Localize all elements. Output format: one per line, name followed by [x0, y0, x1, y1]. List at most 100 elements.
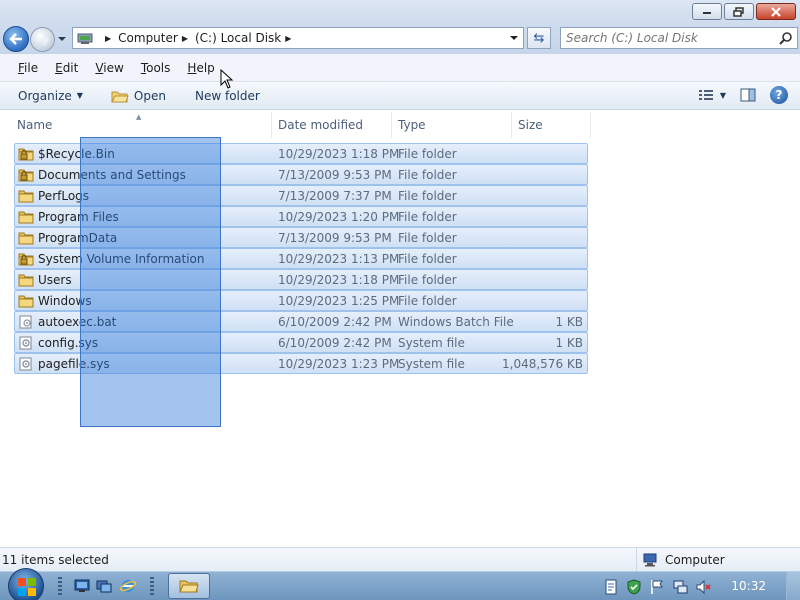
- file-name: Program Files: [38, 210, 119, 224]
- menu-label: elp: [196, 60, 215, 75]
- restore-button[interactable]: [724, 3, 754, 20]
- file-type: File folder: [398, 294, 457, 308]
- address-dropdown-icon[interactable]: [509, 35, 519, 41]
- mouse-cursor-icon: [220, 69, 234, 89]
- document-tray-icon[interactable]: [603, 579, 619, 595]
- new-folder-button[interactable]: New folder: [195, 89, 260, 103]
- breadcrumb-separator-icon[interactable]: ▶: [182, 34, 188, 43]
- organize-button[interactable]: Organize ▼: [18, 89, 83, 103]
- address-bar[interactable]: ▶ Computer ▶ (C:) Local Disk ▶: [72, 27, 524, 49]
- menu-help[interactable]: Help: [187, 61, 214, 75]
- help-icon[interactable]: ?: [770, 86, 788, 104]
- file-size: 1 KB: [555, 336, 583, 350]
- column-header-date[interactable]: Date modified: [273, 112, 392, 138]
- search-box[interactable]: [560, 27, 798, 49]
- new-folder-label: New folder: [194, 88, 260, 103]
- batch-file-icon: [18, 315, 34, 329]
- chevron-down-icon: ▼: [719, 90, 726, 100]
- column-header-name[interactable]: Name: [12, 112, 272, 138]
- file-date-modified: 10/29/2023 1:23 PM: [278, 357, 400, 371]
- start-button[interactable]: [8, 568, 44, 600]
- file-row[interactable]: PerfLogs 7/13/2009 7:37 PM File folder: [14, 185, 588, 206]
- internet-explorer-icon[interactable]: [120, 578, 136, 594]
- file-type: File folder: [398, 273, 457, 287]
- breadcrumb-computer[interactable]: Computer: [118, 31, 178, 45]
- file-row[interactable]: config.sys 6/10/2009 2:42 PM System file 1 …: [14, 332, 588, 353]
- file-row[interactable]: Documents and Settings 7/13/2009 9:53 PM F…: [14, 164, 588, 185]
- switch-windows-icon[interactable]: [96, 578, 112, 594]
- preview-pane-icon[interactable]: [740, 88, 756, 102]
- breadcrumb-local-disk[interactable]: (C:) Local Disk: [195, 31, 281, 45]
- navigation-bar: ▶ Computer ▶ (C:) Local Disk ▶ ⇆: [0, 24, 800, 54]
- file-date-modified: 10/29/2023 1:18 PM: [278, 273, 400, 287]
- column-label: Date modified: [278, 118, 364, 132]
- toolbar-grip[interactable]: [58, 577, 62, 595]
- file-size: 1 KB: [555, 315, 583, 329]
- minimize-button[interactable]: [692, 3, 722, 20]
- file-row[interactable]: autoexec.bat 6/10/2009 2:42 PM Windows Bat…: [14, 311, 588, 332]
- column-header-type[interactable]: Type: [393, 112, 512, 138]
- refresh-icon: ⇆: [533, 30, 545, 46]
- file-row[interactable]: Users 10/29/2023 1:18 PM File folder: [14, 269, 588, 290]
- file-date-modified: 10/29/2023 1:25 PM: [278, 294, 400, 308]
- back-button[interactable]: [3, 26, 29, 52]
- column-header-size[interactable]: Size: [513, 112, 591, 138]
- file-row[interactable]: System Volume Information 10/29/2023 1:13…: [14, 248, 588, 269]
- menu-file[interactable]: File: [18, 61, 38, 75]
- refresh-button[interactable]: ⇆: [527, 27, 551, 49]
- file-name: System Volume Information: [38, 252, 205, 266]
- file-list[interactable]: $Recycle.Bin 10/29/2023 1:18 PM File folde…: [14, 143, 588, 374]
- menu-label: ile: [24, 60, 39, 75]
- file-name: Documents and Settings: [38, 168, 186, 182]
- menu-edit[interactable]: Edit: [55, 61, 78, 75]
- chevron-down-icon: ▼: [76, 91, 83, 100]
- file-name: Windows: [38, 294, 92, 308]
- window-controls: [692, 3, 796, 20]
- view-controls: ▼ ?: [698, 86, 788, 104]
- breadcrumb-separator-icon[interactable]: ▶: [285, 34, 291, 43]
- show-desktop-icon[interactable]: [74, 578, 90, 594]
- file-row[interactable]: Program Files 10/29/2023 1:20 PM File fold…: [14, 206, 588, 227]
- close-button[interactable]: [756, 3, 796, 20]
- breadcrumb-separator-icon[interactable]: ▶: [105, 34, 111, 43]
- volume-muted-icon[interactable]: [695, 579, 711, 595]
- forward-arrow-icon: [36, 33, 49, 46]
- security-shield-icon[interactable]: [626, 578, 642, 595]
- menu-view[interactable]: View: [95, 61, 123, 75]
- folder-icon: [18, 189, 34, 203]
- taskbar-explorer-button[interactable]: [168, 573, 210, 599]
- file-row[interactable]: pagefile.sys 10/29/2023 1:23 PM System fil…: [14, 353, 588, 374]
- file-date-modified: 6/10/2009 2:42 PM: [278, 336, 392, 350]
- file-type: File folder: [398, 189, 457, 203]
- file-name: PerfLogs: [38, 189, 90, 203]
- toolbar-grip[interactable]: [150, 577, 154, 595]
- file-row[interactable]: ProgramData 7/13/2009 9:53 PM File folder: [14, 227, 588, 248]
- show-desktop-button[interactable]: [786, 572, 800, 600]
- file-type: System file: [398, 336, 465, 350]
- menu-tools[interactable]: Tools: [141, 61, 171, 75]
- title-bar: [0, 0, 800, 24]
- search-input[interactable]: [566, 31, 771, 45]
- file-row[interactable]: Windows 10/29/2023 1:25 PM File folder: [14, 290, 588, 311]
- network-icon[interactable]: [672, 579, 688, 595]
- file-row[interactable]: $Recycle.Bin 10/29/2023 1:18 PM File folde…: [14, 143, 588, 164]
- taskbar-clock[interactable]: 10:32: [731, 579, 766, 593]
- action-center-flag-icon[interactable]: [649, 579, 665, 595]
- menu-bar: File Edit View Tools Help: [0, 54, 800, 82]
- folder-icon: [18, 231, 34, 245]
- status-location: Computer: [636, 548, 800, 572]
- file-date-modified: 7/13/2009 7:37 PM: [278, 189, 392, 203]
- open-button[interactable]: Open: [111, 89, 166, 103]
- file-date-modified: 6/10/2009 2:42 PM: [278, 315, 392, 329]
- column-headers: Name Date modified Type Size: [0, 112, 800, 138]
- file-name: ProgramData: [38, 231, 118, 245]
- close-icon: [771, 6, 781, 17]
- menu-access-key: E: [55, 60, 63, 75]
- file-name: config.sys: [38, 336, 99, 350]
- search-icon[interactable]: [779, 31, 793, 45]
- recent-pages-dropdown-icon[interactable]: [57, 36, 67, 42]
- open-label: Open: [133, 88, 166, 103]
- change-view-button[interactable]: ▼: [698, 88, 726, 102]
- explorer-folder-icon: [179, 580, 199, 593]
- forward-button[interactable]: [30, 27, 55, 52]
